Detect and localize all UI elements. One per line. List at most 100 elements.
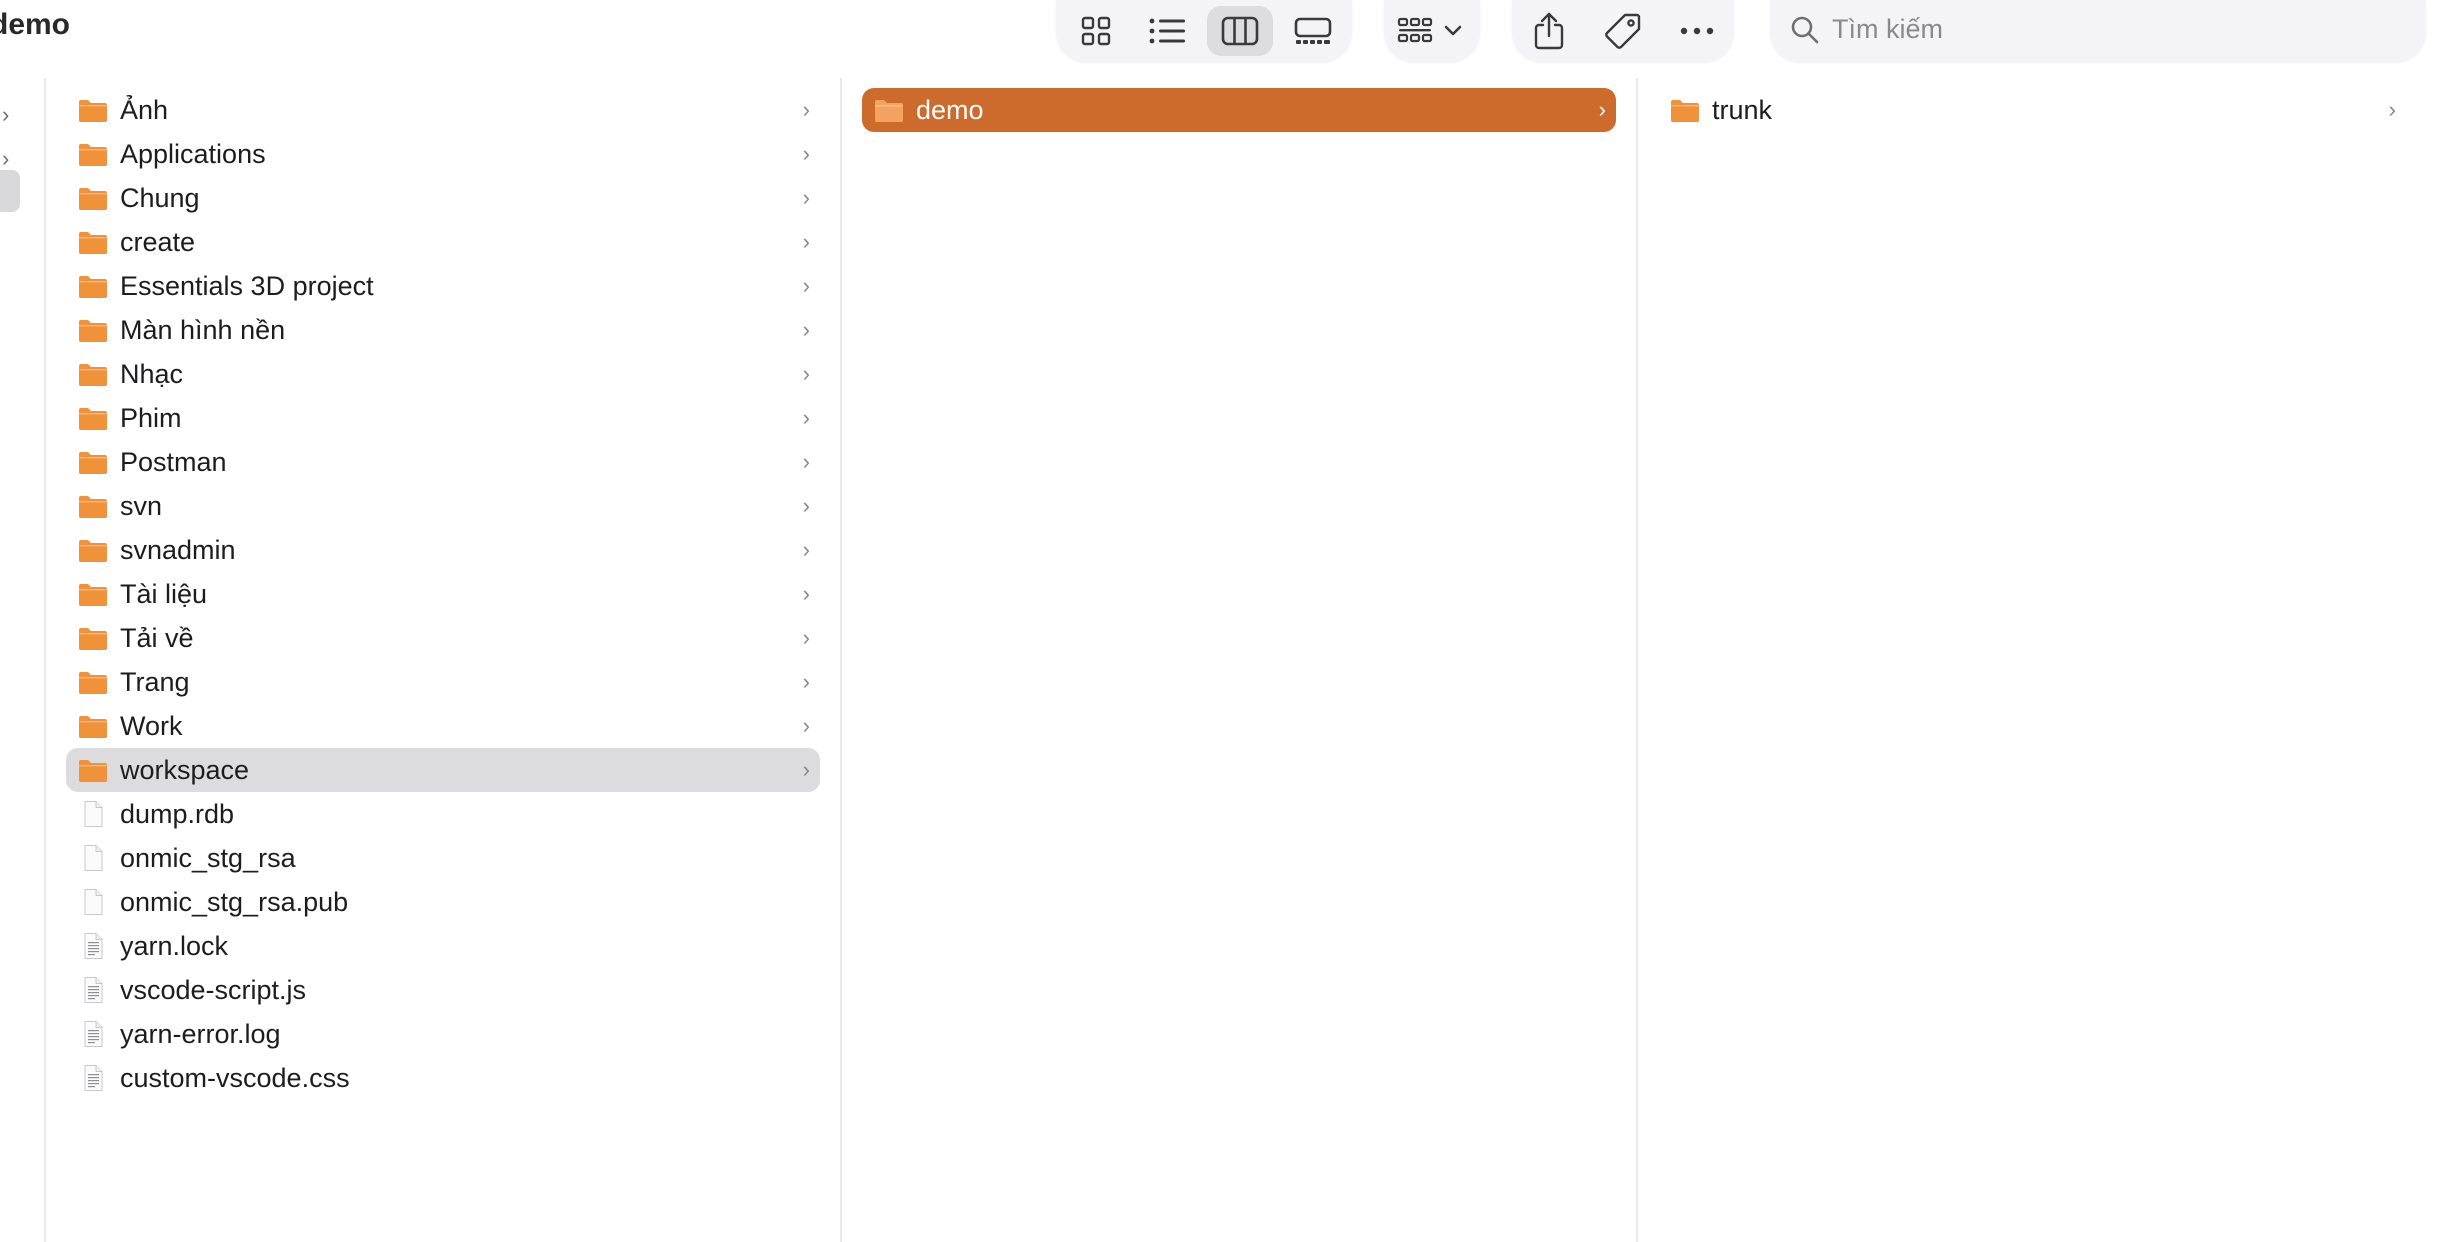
folder-item[interactable]: Work › — [66, 704, 820, 748]
folder-item[interactable]: Màn hình nền › — [66, 308, 820, 352]
item-label: Chung — [120, 183, 200, 213]
item-label: create — [120, 227, 196, 257]
folder-item[interactable]: svn › — [66, 484, 820, 528]
text-file-icon — [78, 977, 108, 1003]
chevron-right-icon: › — [802, 405, 810, 430]
item-label: dump.rdb — [120, 799, 235, 829]
folder-icon — [78, 229, 108, 255]
folder-item[interactable]: Essentials 3D project › — [66, 264, 820, 308]
share-button[interactable] — [1516, 6, 1582, 56]
chevron-right-icon: › — [802, 581, 810, 606]
folder-item[interactable]: Nhạc › — [66, 352, 820, 396]
folder-item[interactable]: workspace › — [66, 748, 820, 792]
file-icon — [78, 801, 108, 827]
column-workspace: demo › — [862, 88, 1616, 132]
text-file-icon — [78, 1065, 108, 1091]
group-by-button[interactable] — [1390, 6, 1474, 56]
item-label: yarn-error.log — [120, 1019, 281, 1049]
folder-item[interactable]: Chung › — [66, 176, 820, 220]
item-label: Màn hình nền — [120, 315, 286, 345]
folder-item[interactable]: Trang › — [66, 660, 820, 704]
chevron-right-icon: › — [802, 361, 810, 386]
text-file-icon — [78, 1021, 108, 1047]
search-input[interactable] — [1832, 10, 2392, 48]
tag-button[interactable] — [1590, 6, 1656, 56]
chevron-right-icon: › — [802, 493, 810, 518]
chevron-right-icon: › — [802, 185, 810, 210]
folder-icon — [78, 757, 108, 783]
folder-icon — [78, 361, 108, 387]
folder-icon — [78, 405, 108, 431]
folder-item[interactable]: Tải về › — [66, 616, 820, 660]
chevron-right-icon: › — [802, 713, 810, 738]
chevron-right-icon: › — [802, 229, 810, 254]
folder-icon — [1670, 97, 1700, 123]
column-view-button[interactable] — [1207, 6, 1273, 56]
folder-item[interactable]: Postman › — [66, 440, 820, 484]
list-view-button[interactable] — [1134, 6, 1200, 56]
folder-item[interactable]: Ảnh › — [66, 88, 820, 132]
item-label: Essentials 3D project — [120, 271, 374, 301]
file-item[interactable]: yarn.lock — [66, 924, 820, 968]
chevron-right-icon: › — [802, 141, 810, 166]
item-label: Ảnh — [120, 95, 169, 125]
folder-item[interactable]: demo › — [862, 88, 1616, 132]
chevron-right-icon: › — [802, 625, 810, 650]
column-divider[interactable] — [44, 78, 46, 1242]
folder-item[interactable]: create › — [66, 220, 820, 264]
folder-icon — [78, 537, 108, 563]
chevron-right-icon: › — [802, 97, 810, 122]
list-icon — [1149, 18, 1185, 44]
folder-icon — [78, 493, 108, 519]
folder-item[interactable]: Applications › — [66, 132, 820, 176]
column-divider[interactable] — [1636, 78, 1638, 1242]
chevron-right-icon: › — [802, 273, 810, 298]
chevron-right-icon: › — [802, 669, 810, 694]
column-home: Ảnh › Applications › Chung › create › Essentials… — [66, 88, 820, 1100]
chevron-right-icon: › — [802, 317, 810, 342]
item-label: svn — [120, 491, 163, 521]
folder-icon — [78, 317, 108, 343]
folder-item[interactable]: Phim › — [66, 396, 820, 440]
group-by-icon — [1397, 17, 1462, 43]
file-item[interactable]: yarn-error.log — [66, 1012, 820, 1056]
file-item[interactable]: vscode-script.js — [66, 968, 820, 1012]
chevron-right-icon: › — [802, 757, 810, 782]
item-label: vscode-script.js — [120, 975, 307, 1005]
column-divider[interactable] — [840, 78, 842, 1242]
more-button[interactable] — [1664, 6, 1730, 56]
folder-icon — [78, 97, 108, 123]
file-item[interactable]: onmic_stg_rsa — [66, 836, 820, 880]
item-label: Nhạc — [120, 359, 184, 389]
previous-column-selection[interactable] — [0, 170, 20, 212]
chevron-right-icon: › — [802, 537, 810, 562]
icon-view-button[interactable] — [1063, 6, 1129, 56]
chevron-right-icon: › — [2388, 97, 2396, 122]
toolbar: demo — [0, 0, 2438, 70]
folder-icon — [78, 581, 108, 607]
file-item[interactable]: custom-vscode.css — [66, 1056, 820, 1100]
folder-icon — [78, 273, 108, 299]
search-icon — [1788, 13, 1822, 47]
folder-icon — [78, 185, 108, 211]
chevron-right-icon: › — [1598, 97, 1606, 122]
item-label: onmic_stg_rsa — [120, 843, 296, 873]
gallery-icon — [1294, 17, 1332, 44]
chevron-right-icon: › — [2, 102, 10, 127]
item-label: onmic_stg_rsa.pub — [120, 887, 349, 917]
folder-item[interactable]: Tài liệu › — [66, 572, 820, 616]
item-label: yarn.lock — [120, 931, 229, 961]
item-label: Work — [120, 711, 183, 741]
item-label: Tải về — [120, 623, 194, 653]
gallery-view-button[interactable] — [1280, 6, 1346, 56]
folder-item[interactable]: trunk › — [1658, 88, 2406, 132]
window-title: demo — [0, 8, 71, 41]
column-demo: trunk › — [1658, 88, 2406, 132]
item-label: Applications — [120, 139, 266, 169]
file-item[interactable]: dump.rdb — [66, 792, 820, 836]
file-item[interactable]: onmic_stg_rsa.pub — [66, 880, 820, 924]
item-label: Trang — [120, 667, 190, 697]
item-label: svnadmin — [120, 535, 236, 565]
folder-item[interactable]: svnadmin › — [66, 528, 820, 572]
tag-icon — [1605, 13, 1641, 49]
